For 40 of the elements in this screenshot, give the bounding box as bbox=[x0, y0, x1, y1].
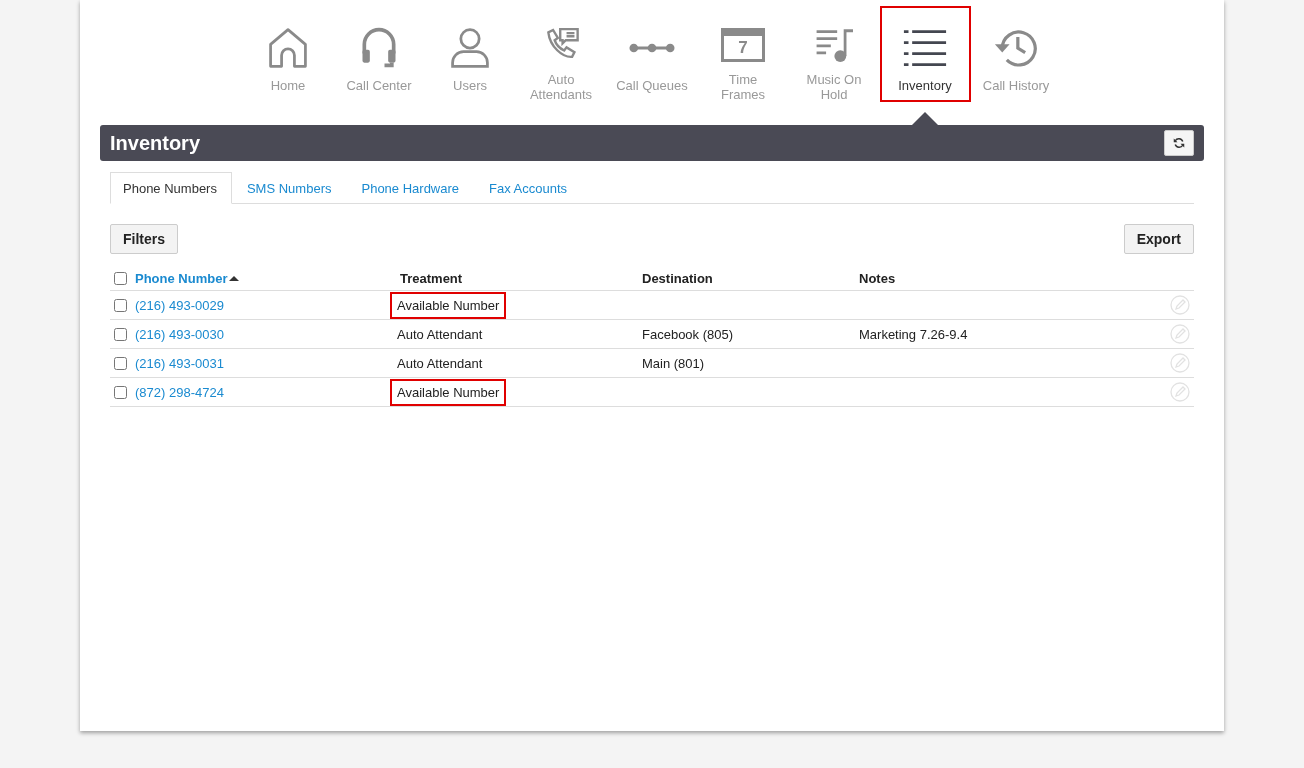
filters-button[interactable]: Filters bbox=[110, 224, 178, 254]
tab[interactable]: SMS Numbers bbox=[233, 172, 347, 204]
phone-number-link[interactable]: (216) 493-0029 bbox=[135, 297, 224, 313]
row-checkbox[interactable] bbox=[114, 385, 127, 399]
nav-item[interactable]: Inventory bbox=[879, 6, 971, 102]
nav-item[interactable]: Call Queues bbox=[606, 6, 698, 102]
nav-item[interactable]: Auto Attendants bbox=[515, 6, 607, 102]
select-all-checkbox[interactable] bbox=[114, 271, 127, 285]
refresh-button[interactable] bbox=[1164, 130, 1194, 156]
destination-cell: Facebook (805) bbox=[642, 326, 734, 342]
sortable-column-header[interactable]: Phone Number bbox=[135, 270, 240, 286]
phone-number-link[interactable]: (216) 493-0030 bbox=[135, 326, 224, 342]
row-checkbox[interactable] bbox=[114, 356, 127, 370]
treatment-cell-text: Auto Attendant bbox=[396, 354, 484, 373]
column-header: Treatment bbox=[400, 270, 463, 286]
nav-item[interactable]: 7 Time Frames bbox=[697, 6, 789, 102]
treatment-cell-text: Auto Attendant bbox=[396, 325, 484, 344]
queue-dots-icon bbox=[629, 42, 675, 54]
calendar-icon: 7 bbox=[721, 28, 765, 62]
treatment-cell: Available Number bbox=[390, 378, 507, 406]
notes-cell: Marketing 7.26-9.4 bbox=[859, 326, 968, 342]
treatment-cell: Available Number bbox=[390, 291, 507, 319]
tab[interactable]: Phone Hardware bbox=[348, 172, 475, 204]
phone-number-link[interactable]: (216) 493-0031 bbox=[135, 355, 224, 371]
nav-item[interactable]: Home bbox=[242, 6, 334, 102]
column-header: Notes bbox=[859, 270, 896, 286]
refresh-icon bbox=[1173, 137, 1185, 149]
nav-item[interactable]: Call Center bbox=[333, 6, 425, 102]
tab[interactable]: Phone Numbers bbox=[110, 172, 232, 204]
column-header: Destination bbox=[642, 270, 713, 286]
nav-item[interactable]: Users bbox=[424, 6, 516, 102]
nav-item[interactable]: Music On Hold bbox=[788, 6, 880, 102]
destination-cell: Main (801) bbox=[642, 355, 705, 371]
tab[interactable]: Fax Accounts bbox=[476, 172, 583, 204]
row-checkbox[interactable] bbox=[114, 327, 127, 341]
export-button[interactable]: Export bbox=[1123, 224, 1194, 254]
nav-item[interactable]: Call History bbox=[970, 6, 1062, 102]
panel-title: Inventory bbox=[110, 131, 201, 155]
phone-number-link[interactable]: (872) 298-4724 bbox=[135, 384, 224, 400]
row-checkbox[interactable] bbox=[114, 298, 127, 312]
